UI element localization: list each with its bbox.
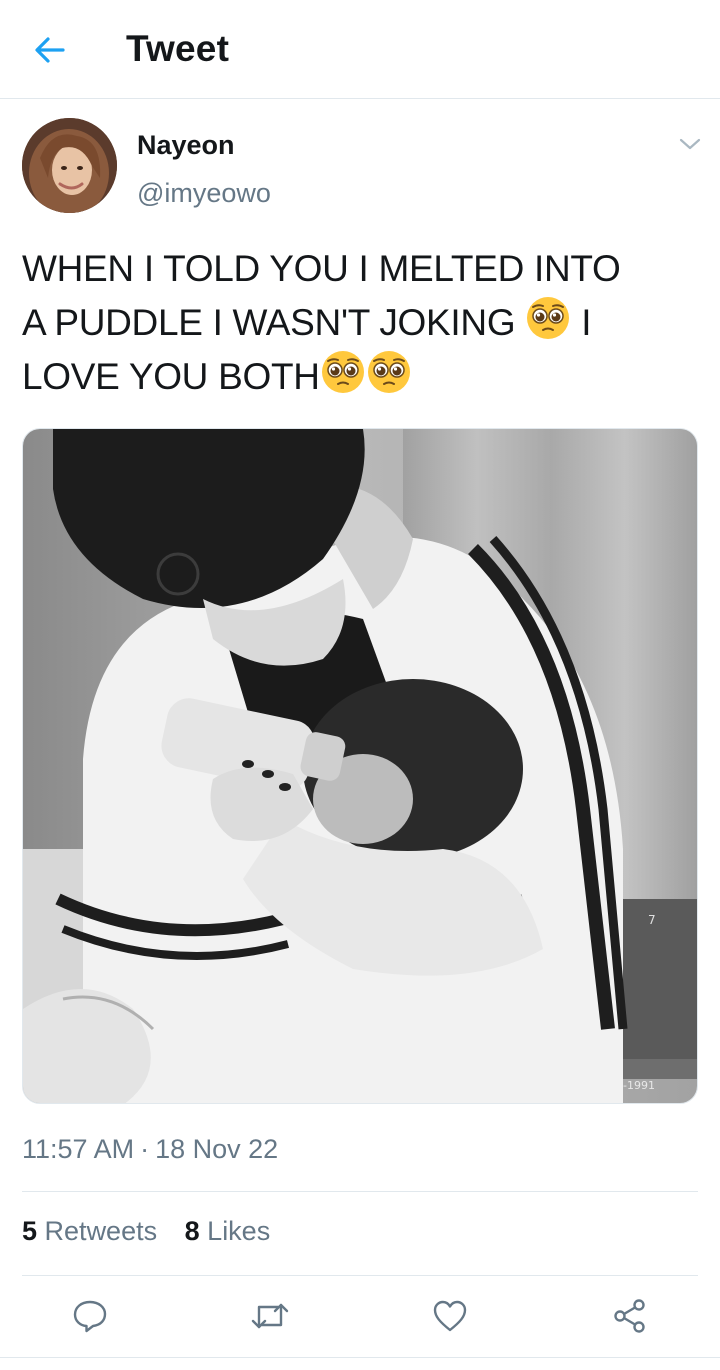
more-options-button[interactable] bbox=[672, 130, 708, 158]
pleading-face-emoji-icon bbox=[527, 297, 570, 339]
reply-button[interactable] bbox=[64, 1290, 116, 1342]
pleading-face-emoji-icon bbox=[367, 351, 410, 393]
avatar[interactable] bbox=[22, 118, 117, 213]
tweet-line: LOVE YOU BOTH bbox=[22, 349, 702, 403]
tweet-text: WHEN I TOLD YOU I MELTED INTO A PUDDLE I… bbox=[22, 242, 702, 403]
tweet-line: A PUDDLE I WASN'T JOKING I bbox=[22, 295, 702, 349]
pleading-face-emoji-icon bbox=[321, 351, 364, 393]
share-button[interactable] bbox=[604, 1290, 656, 1342]
like-icon bbox=[433, 1300, 467, 1332]
author-handle[interactable]: @imyeowo bbox=[137, 178, 271, 209]
divider bbox=[0, 1357, 720, 1358]
retweet-button[interactable] bbox=[244, 1290, 296, 1342]
back-button[interactable] bbox=[26, 28, 74, 72]
retweet-icon bbox=[251, 1303, 289, 1329]
likes-stat[interactable]: 8 Likes bbox=[185, 1216, 271, 1246]
svg-text:-1991: -1991 bbox=[623, 1079, 655, 1092]
divider bbox=[22, 1191, 698, 1192]
arrow-left-icon bbox=[35, 37, 65, 63]
svg-text:7: 7 bbox=[648, 913, 656, 927]
engagement-stats: 5 Retweets 8 Likes bbox=[22, 1216, 290, 1247]
share-icon bbox=[614, 1299, 645, 1333]
chevron-down-icon bbox=[679, 138, 701, 150]
reply-icon bbox=[73, 1300, 107, 1333]
tweet-photo[interactable]: 7 -1991 bbox=[22, 428, 698, 1104]
top-bar: Tweet bbox=[0, 0, 720, 99]
page-title: Tweet bbox=[126, 28, 230, 69]
tweet-line: WHEN I TOLD YOU I MELTED INTO bbox=[22, 248, 621, 289]
author-name[interactable]: Nayeon bbox=[137, 130, 235, 161]
action-bar bbox=[0, 1290, 720, 1342]
tweet-timestamp: 11:57 AM · 18 Nov 22 bbox=[22, 1134, 279, 1164]
divider bbox=[22, 1275, 698, 1276]
like-button[interactable] bbox=[424, 1290, 476, 1342]
retweets-stat[interactable]: 5 Retweets bbox=[22, 1216, 157, 1246]
